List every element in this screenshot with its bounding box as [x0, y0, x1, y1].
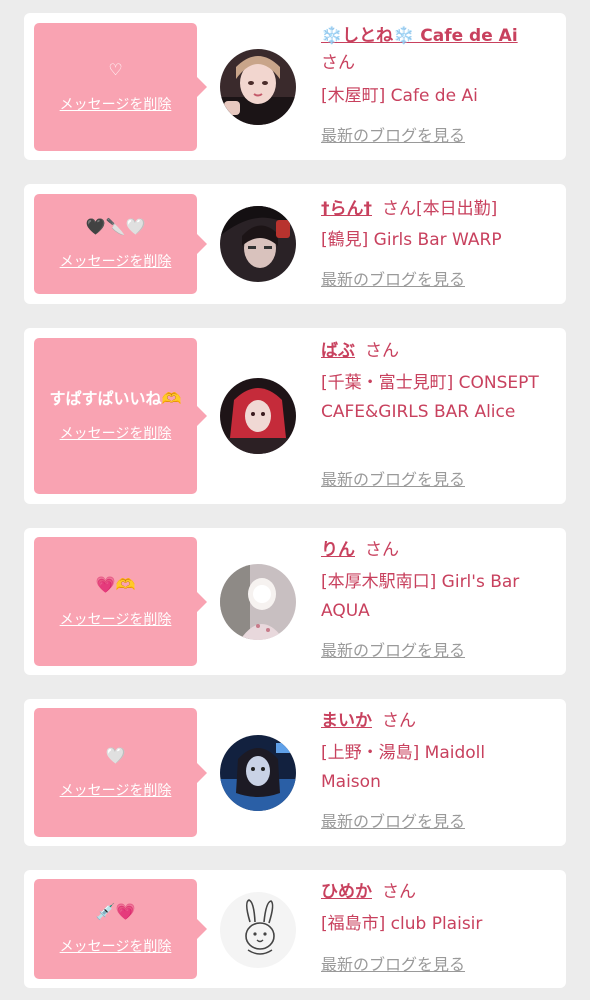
name-line: ばぶ さん [321, 338, 559, 364]
message-bubble: ♡ メッセージを削除 [34, 23, 207, 151]
message-card: 💉💗 メッセージを削除 ひめか さん [福島市] club Plaisir 最新の… [24, 870, 566, 988]
honorific: さん [365, 540, 399, 560]
cast-name-link[interactable]: まいか [321, 711, 372, 731]
honorific: さん [321, 53, 355, 73]
avatar[interactable] [220, 892, 296, 968]
shop-name[interactable]: [鶴見] Girls Bar WARP [321, 226, 559, 255]
avatar[interactable] [220, 735, 296, 811]
profile-photo-icon [220, 735, 296, 811]
latest-blog-link[interactable]: 最新のブログを見る [321, 270, 465, 290]
message-text: ♡ [108, 60, 123, 79]
delete-message-link[interactable]: メッセージを削除 [60, 611, 172, 629]
message-text: 🖤🔪🤍 [85, 217, 146, 236]
message-text: 🤍 [105, 745, 126, 765]
work-status: [本日出勤] [416, 199, 498, 219]
shop-name[interactable]: [福島市] club Plaisir [321, 910, 559, 939]
avatar[interactable] [220, 206, 296, 282]
profile-photo-icon [220, 564, 296, 640]
message-bubble: 💗🫶 メッセージを削除 [34, 537, 207, 666]
latest-blog-link[interactable]: 最新のブログを見る [321, 641, 465, 661]
delete-message-link[interactable]: メッセージを削除 [60, 425, 172, 443]
name-line: †らん† さん[本日出勤] [321, 196, 559, 222]
message-bubble: すぱすぱいいね🫶 メッセージを削除 [34, 338, 207, 494]
shop-name[interactable]: [本厚木駅南口] Girl's Bar AQUA [321, 568, 546, 626]
cast-name-link[interactable]: りん [321, 540, 355, 560]
honorific: さん [365, 341, 399, 361]
message-list: ♡ メッセージを削除 ❄️しとね❄️ Cafe de Ai さん [木屋町] C… [0, 0, 590, 1000]
profile-info: †らん† さん[本日出勤] [鶴見] Girls Bar WARP [321, 196, 559, 255]
name-line: ❄️しとね❄️ Cafe de Ai [321, 23, 559, 49]
cast-name-link[interactable]: ❄️しとね❄️ Cafe de Ai [321, 26, 518, 46]
delete-message-link[interactable]: メッセージを削除 [60, 782, 172, 800]
message-text: すぱすぱいいね🫶 [49, 389, 182, 408]
avatar[interactable] [220, 378, 296, 454]
message-bubble: 🖤🔪🤍 メッセージを削除 [34, 194, 207, 294]
profile-info: ❄️しとね❄️ Cafe de Ai さん [木屋町] Cafe de Ai [321, 23, 559, 111]
cast-name-link[interactable]: ばぶ [321, 341, 355, 361]
latest-blog-link[interactable]: 最新のブログを見る [321, 126, 465, 146]
message-bubble: 🤍 メッセージを削除 [34, 708, 207, 837]
profile-photo-icon [220, 378, 296, 454]
message-bubble: 💉💗 メッセージを削除 [34, 879, 207, 979]
name-line: りん さん [321, 537, 559, 563]
cast-name-link[interactable]: ひめか [321, 882, 372, 902]
message-card: すぱすぱいいね🫶 メッセージを削除 ばぶ さん [千葉・富士見町] CONSEPT… [24, 328, 566, 504]
name-line: まいか さん [321, 708, 559, 734]
cast-name-link[interactable]: †らん† [321, 199, 372, 219]
profile-photo-icon [220, 206, 296, 282]
message-card: ♡ メッセージを削除 ❄️しとね❄️ Cafe de Ai さん [木屋町] C… [24, 13, 566, 160]
name-line: ひめか さん [321, 879, 559, 905]
honorific: さん [382, 199, 416, 219]
delete-message-link[interactable]: メッセージを削除 [60, 96, 172, 114]
bunny-drawing-icon [220, 892, 296, 968]
profile-photo-icon [220, 49, 296, 125]
delete-message-link[interactable]: メッセージを削除 [60, 253, 172, 271]
shop-name[interactable]: [上野・湯島] Maidoll Maison [321, 739, 531, 797]
honorific-line: さん [321, 50, 559, 76]
message-card: 🤍 メッセージを削除 まいか さん [上野・湯島] Maidoll Maison … [24, 699, 566, 846]
latest-blog-link[interactable]: 最新のブログを見る [321, 470, 465, 490]
avatar[interactable] [220, 564, 296, 640]
honorific: さん [382, 882, 416, 902]
shop-name[interactable]: [木屋町] Cafe de Ai [321, 82, 559, 111]
profile-info: まいか さん [上野・湯島] Maidoll Maison [321, 708, 559, 797]
latest-blog-link[interactable]: 最新のブログを見る [321, 955, 465, 975]
avatar[interactable] [220, 49, 296, 125]
message-card: 🖤🔪🤍 メッセージを削除 †らん† さん[本日出勤] [鶴見] Girls Bar… [24, 184, 566, 304]
honorific: さん [382, 711, 416, 731]
profile-info: ばぶ さん [千葉・富士見町] CONSEPT CAFE&GIRLS BAR Al… [321, 338, 559, 427]
message-text: 💉💗 [95, 902, 136, 921]
latest-blog-link[interactable]: 最新のブログを見る [321, 812, 465, 832]
message-card: 💗🫶 メッセージを削除 りん さん [本厚木駅南口] Girl's Bar AQU… [24, 528, 566, 675]
profile-info: ひめか さん [福島市] club Plaisir [321, 879, 559, 939]
shop-name[interactable]: [千葉・富士見町] CONSEPT CAFE&GIRLS BAR Alice [321, 369, 546, 427]
profile-info: りん さん [本厚木駅南口] Girl's Bar AQUA [321, 537, 559, 626]
message-text: 💗🫶 [95, 574, 136, 594]
delete-message-link[interactable]: メッセージを削除 [60, 938, 172, 956]
